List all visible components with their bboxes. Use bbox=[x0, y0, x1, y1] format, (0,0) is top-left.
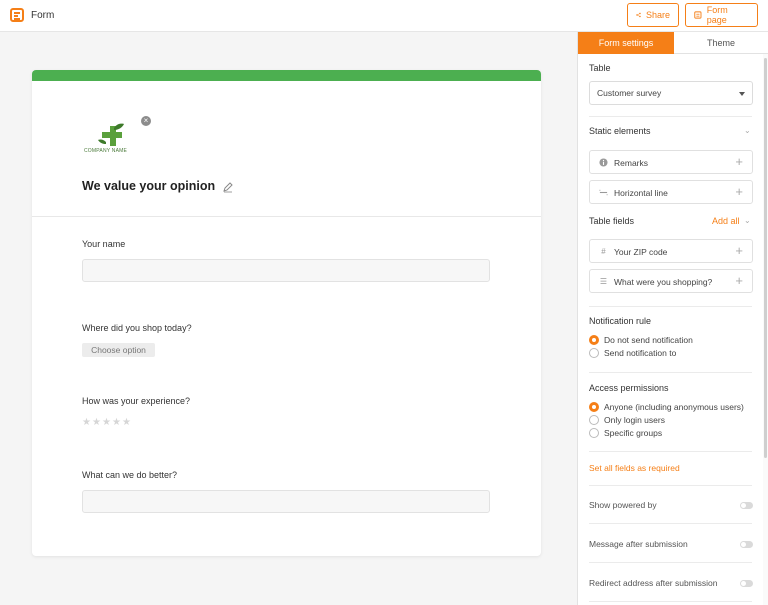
star-icon[interactable]: ★ bbox=[102, 418, 111, 428]
hash-icon: # bbox=[601, 247, 606, 256]
scrollbar-thumb[interactable] bbox=[764, 58, 767, 458]
radio-label: Send notification to bbox=[604, 348, 677, 358]
radio-button[interactable] bbox=[589, 428, 599, 438]
static-element-horizontal-line[interactable]: Horizontal line + bbox=[589, 180, 753, 204]
item-label: Remarks bbox=[614, 158, 649, 168]
powered-by-toggle[interactable] bbox=[740, 502, 753, 509]
radio-label: Only login users bbox=[604, 415, 665, 425]
plus-icon[interactable]: + bbox=[735, 244, 743, 258]
set-required-link[interactable]: Set all fields as required bbox=[589, 463, 680, 473]
divider bbox=[589, 523, 752, 524]
question-label: How was your experience? bbox=[82, 396, 191, 406]
table-field-zip[interactable]: # Your ZIP code + bbox=[589, 239, 753, 263]
form-canvas: × COMPANY NAME We value your opinion You… bbox=[0, 32, 577, 605]
redirect-toggle[interactable] bbox=[740, 580, 753, 587]
list-icon: ☰ bbox=[599, 277, 608, 286]
static-elements-heading: Static elements bbox=[589, 126, 651, 136]
table-fields-heading: Table fields bbox=[589, 216, 635, 226]
plus-icon[interactable]: + bbox=[735, 155, 743, 169]
share-button-label: Share bbox=[645, 10, 670, 20]
app-title: Form bbox=[31, 10, 55, 21]
divider bbox=[589, 485, 752, 486]
info-icon bbox=[599, 158, 608, 167]
form-app-icon bbox=[10, 8, 24, 22]
star-icon[interactable]: ★ bbox=[92, 418, 101, 428]
radio-anyone[interactable]: Anyone (including anonymous users) bbox=[589, 401, 744, 413]
share-button[interactable]: Share bbox=[627, 3, 679, 27]
edit-pencil-icon[interactable] bbox=[222, 181, 234, 193]
item-label: What were you shopping? bbox=[614, 277, 713, 287]
toggle-label: Redirect address after submission bbox=[589, 578, 718, 588]
company-logo bbox=[98, 123, 124, 146]
star-icon[interactable]: ★ bbox=[122, 418, 131, 428]
divider bbox=[589, 116, 752, 117]
tab-form-settings[interactable]: Form settings bbox=[578, 32, 674, 54]
table-select-value: Customer survey bbox=[597, 88, 662, 98]
item-label: Horizontal line bbox=[614, 188, 668, 198]
toggle-label: Show powered by bbox=[589, 500, 657, 510]
add-all-link[interactable]: Add all bbox=[712, 216, 740, 226]
toggle-label: Message after submission bbox=[589, 539, 688, 549]
remove-logo-icon[interactable]: × bbox=[141, 116, 151, 126]
top-bar: Form Share Form page bbox=[0, 0, 768, 32]
radio-specific-groups[interactable]: Specific groups bbox=[589, 427, 662, 439]
name-input[interactable] bbox=[82, 259, 490, 282]
radio-button[interactable] bbox=[589, 335, 599, 345]
plus-icon[interactable]: + bbox=[735, 185, 743, 199]
divider bbox=[589, 562, 752, 563]
question-label: What can we do better? bbox=[82, 470, 178, 480]
plus-icon[interactable]: + bbox=[735, 274, 743, 288]
item-label: Your ZIP code bbox=[614, 247, 668, 257]
feedback-input[interactable] bbox=[82, 490, 490, 513]
tab-theme[interactable]: Theme bbox=[674, 32, 768, 54]
choose-option-select[interactable]: Choose option bbox=[82, 343, 155, 357]
form-page-icon bbox=[694, 11, 702, 19]
star-rating[interactable]: ★ ★ ★ ★ ★ bbox=[82, 418, 131, 428]
radio-button[interactable] bbox=[589, 348, 599, 358]
radio-login-users[interactable]: Only login users bbox=[589, 414, 665, 426]
radio-label: Anyone (including anonymous users) bbox=[604, 402, 744, 412]
settings-panel: Form settings Theme Table Customer surve… bbox=[577, 32, 768, 605]
logo-text: COMPANY NAME bbox=[84, 148, 128, 154]
radio-button[interactable] bbox=[589, 402, 599, 412]
form-page-button[interactable]: Form page bbox=[685, 3, 758, 27]
form-page-button-label: Form page bbox=[706, 5, 728, 25]
divider bbox=[589, 306, 752, 307]
access-permissions-heading: Access permissions bbox=[589, 383, 669, 393]
star-icon[interactable]: ★ bbox=[82, 418, 91, 428]
chevron-down-icon[interactable]: ⌄ bbox=[744, 126, 751, 135]
radio-button[interactable] bbox=[589, 415, 599, 425]
static-element-remarks[interactable]: Remarks + bbox=[589, 150, 753, 174]
divider bbox=[589, 372, 752, 373]
form-header-bar bbox=[32, 70, 541, 81]
table-field-shopping[interactable]: ☰ What were you shopping? + bbox=[589, 269, 753, 293]
divider bbox=[589, 601, 752, 602]
caret-down-icon bbox=[739, 92, 745, 96]
radio-label: Specific groups bbox=[604, 428, 663, 438]
form-card: × COMPANY NAME We value your opinion You… bbox=[32, 70, 541, 556]
question-label: Where did you shop today? bbox=[82, 323, 192, 333]
table-heading: Table bbox=[589, 63, 611, 73]
table-select[interactable]: Customer survey bbox=[589, 81, 753, 105]
divider bbox=[589, 451, 752, 452]
horizontal-line-icon bbox=[599, 189, 608, 196]
message-toggle[interactable] bbox=[740, 541, 753, 548]
star-icon[interactable]: ★ bbox=[112, 418, 121, 428]
radio-label: Do not send notification bbox=[604, 335, 693, 345]
radio-do-not-send[interactable]: Do not send notification bbox=[589, 334, 693, 346]
question-label: Your name bbox=[82, 239, 126, 249]
form-title: We value your opinion bbox=[82, 179, 216, 193]
radio-send-notification[interactable]: Send notification to bbox=[589, 347, 676, 359]
form-divider bbox=[32, 216, 541, 217]
share-icon bbox=[636, 12, 641, 18]
notification-rule-heading: Notification rule bbox=[589, 316, 652, 326]
chevron-down-icon[interactable]: ⌄ bbox=[744, 216, 751, 225]
